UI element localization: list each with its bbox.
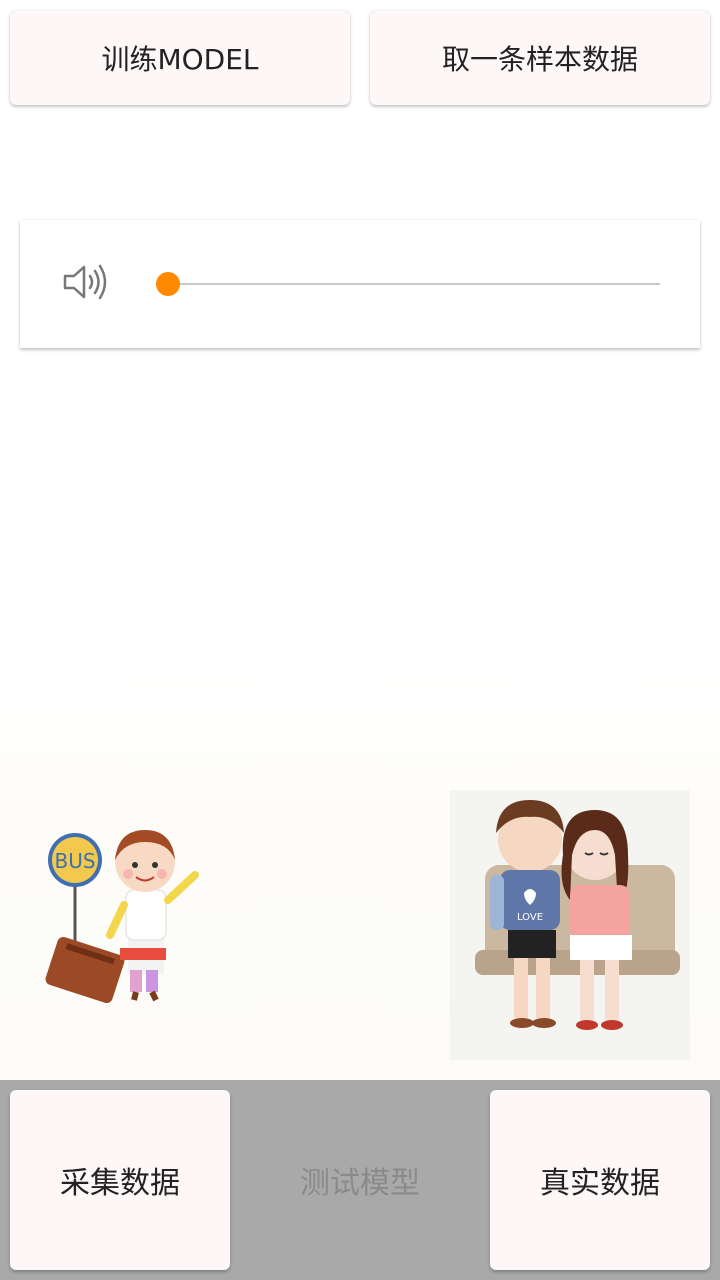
get-sample-button[interactable]: 取一条样本数据 <box>370 10 710 105</box>
train-model-button[interactable]: 训练MODEL <box>10 10 350 105</box>
collect-data-button[interactable]: 采集数据 <box>10 1090 230 1270</box>
test-model-label: 测试模型 <box>300 1166 420 1201</box>
volume-slider-thumb[interactable] <box>156 272 180 296</box>
volume-card <box>20 220 700 348</box>
bottom-bar: 采集数据 测试模型 真实数据 <box>0 1080 720 1280</box>
real-data-button[interactable]: 真实数据 <box>490 1090 710 1270</box>
volume-slider-track[interactable] <box>168 283 660 285</box>
couple-on-bench-illustration: LOVE <box>450 790 690 1060</box>
real-data-label: 真实数据 <box>540 1166 660 1201</box>
girl-with-suitcase-illustration: BUS <box>45 830 199 1004</box>
train-model-label: 训练MODEL <box>101 42 259 76</box>
speaker-icon <box>63 264 107 300</box>
shirt-text: LOVE <box>517 912 543 923</box>
test-model-button[interactable]: 测试模型 <box>250 1090 470 1270</box>
background-illustration: BUS LOVE <box>0 670 720 1080</box>
get-sample-label: 取一条样本数据 <box>441 42 638 76</box>
bus-sign-text: BUS <box>54 849 95 873</box>
collect-data-label: 采集数据 <box>60 1166 180 1201</box>
app-screen: 训练MODEL 取一条样本数据 BUS LOVE 采集数据 测试模型 真实数据 <box>0 0 720 1280</box>
